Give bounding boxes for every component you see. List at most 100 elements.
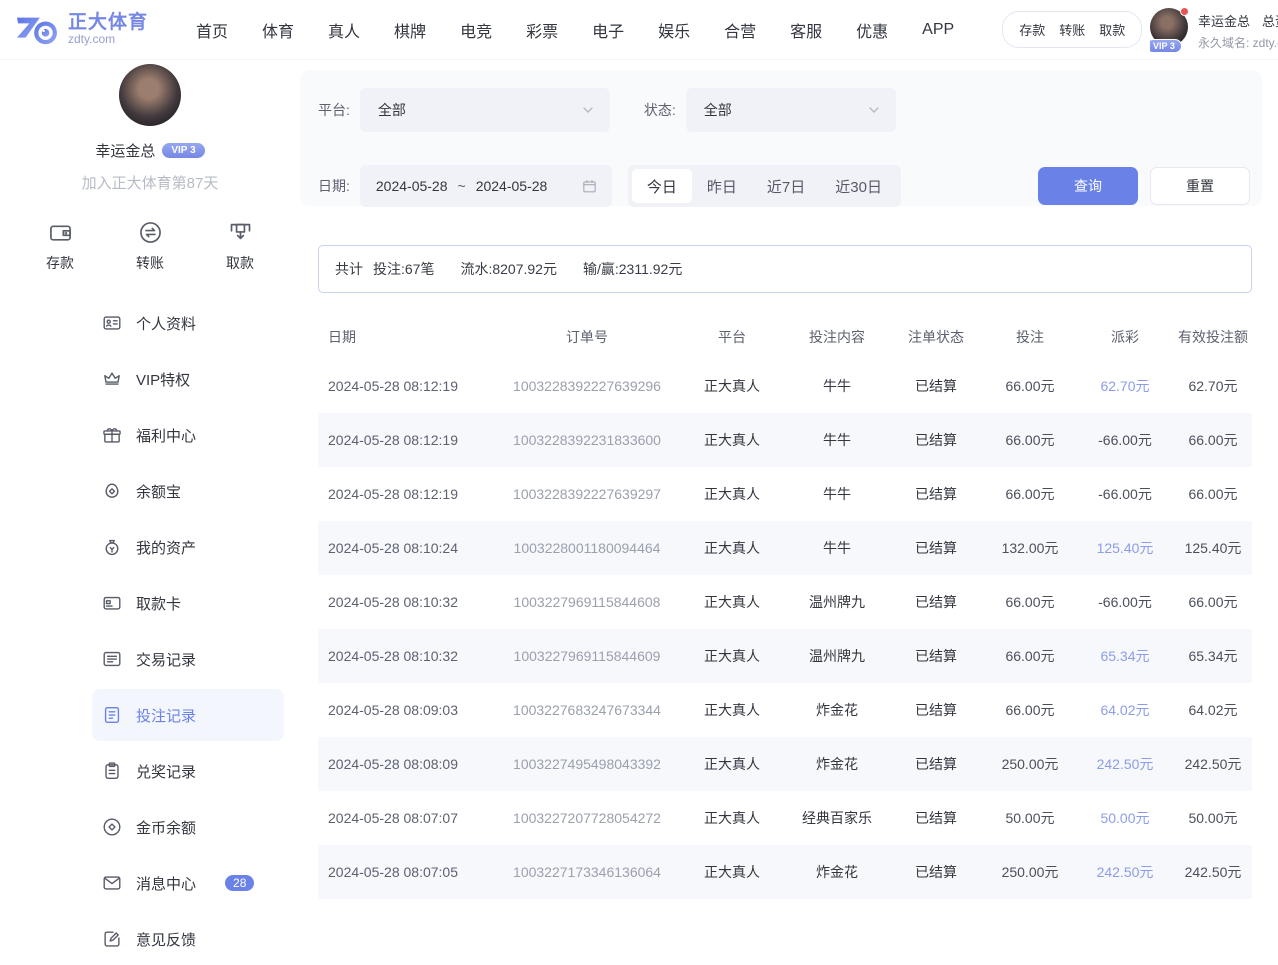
cell-valid-bet: 66.00元: [1174, 430, 1252, 450]
nav-item-joint-venture[interactable]: 合营: [724, 18, 756, 42]
query-button[interactable]: 查询: [1038, 167, 1138, 205]
nav-item-slots[interactable]: 电子: [592, 18, 624, 42]
nav-item-live[interactable]: 真人: [328, 18, 360, 42]
sidebar-item-label: 个人资料: [136, 313, 196, 334]
document-icon: [101, 704, 123, 726]
status-label: 状态:: [644, 100, 676, 120]
cell-order-number: 1003228392227639296: [496, 378, 678, 394]
range-last-30-days-button[interactable]: 近30日: [820, 169, 897, 203]
sidebar-item-label: 意见反馈: [136, 929, 196, 950]
sidebar-item-label: VIP特权: [136, 369, 190, 390]
cell-valid-bet: 242.50元: [1174, 754, 1252, 774]
quick-action-withdraw[interactable]: 取款: [226, 219, 254, 273]
reset-button[interactable]: 重置: [1150, 167, 1250, 205]
cell-status: 已结算: [888, 484, 984, 504]
sidebar-item-message-center[interactable]: 消息中心 28: [92, 857, 284, 909]
table-row: 2024-05-28 08:12:191003228392227639297正大…: [318, 467, 1252, 521]
cell-status: 已结算: [888, 754, 984, 774]
cell-order-number: 1003227495498043392: [496, 756, 678, 772]
bank-card-icon: [101, 592, 123, 614]
pill-transfer-link[interactable]: 转账: [1059, 20, 1085, 39]
platform-label: 平台:: [318, 100, 350, 120]
cell-bet-amount: 132.00元: [984, 538, 1076, 558]
nav-item-esports[interactable]: 电竞: [460, 18, 492, 42]
status-select[interactable]: 全部: [686, 88, 896, 132]
permanent-domain: 永久域名: zdty.com: [1198, 34, 1278, 51]
cell-date: 2024-05-28 08:10:32: [318, 648, 496, 664]
summary-bets: 投注:67笔: [373, 259, 434, 279]
unread-count-badge: 28: [225, 875, 254, 891]
cell-valid-bet: 62.70元: [1174, 376, 1252, 396]
quick-action-transfer[interactable]: 转账: [136, 219, 164, 273]
sidebar-item-yuebao[interactable]: 余额宝: [92, 465, 284, 517]
brand-title: 正大体育: [68, 13, 148, 33]
platform-select[interactable]: 全部: [360, 88, 610, 132]
cell-status: 已结算: [888, 538, 984, 558]
nav-item-app[interactable]: APP: [922, 21, 954, 39]
id-card-icon: [101, 312, 123, 334]
sidebar-item-profile[interactable]: 个人资料: [92, 297, 284, 349]
sidebar-menu: 个人资料VIP特权福利中心余额宝我的资产取款卡交易记录投注记录兑奖记录金币余额消…: [92, 297, 300, 965]
sidebar-item-transaction-records[interactable]: 交易记录: [92, 633, 284, 685]
nav-item-customer-service[interactable]: 客服: [790, 18, 822, 42]
chevron-down-icon: [866, 102, 882, 118]
cell-bet-amount: 66.00元: [984, 700, 1076, 720]
sidebar-item-bet-records[interactable]: 投注记录: [92, 689, 284, 741]
range-last-7-days-button[interactable]: 近7日: [752, 169, 820, 203]
summary-turnover: 流水:8207.92元: [460, 259, 557, 279]
cell-order-number: 1003227683247673344: [496, 702, 678, 718]
summary-bar: 共计 投注:67笔 流水:8207.92元 输/赢:2311.92元: [318, 245, 1252, 293]
profile-avatar[interactable]: [119, 64, 181, 126]
sidebar-item-feedback[interactable]: 意见反馈: [92, 913, 284, 965]
date-range-input[interactable]: 2024-05-28 ~ 2024-05-28: [360, 165, 612, 207]
cell-platform: 正大真人: [678, 484, 786, 504]
brand-logo-icon: [14, 11, 60, 49]
cell-status: 已结算: [888, 376, 984, 396]
date-start: 2024-05-28: [376, 178, 448, 194]
pouch-icon: [101, 536, 123, 558]
cell-platform: 正大真人: [678, 808, 786, 828]
sidebar-item-welfare-center[interactable]: 福利中心: [92, 409, 284, 461]
sidebar-item-label: 投注记录: [136, 705, 196, 726]
user-chip[interactable]: VIP 3 幸运金总 总资产 永久域名: zdty.com: [1150, 8, 1278, 54]
column-header-platform: 平台: [678, 327, 786, 347]
user-assets-label: 总资产: [1262, 11, 1278, 30]
sidebar-item-label: 余额宝: [136, 481, 181, 502]
sidebar-item-my-assets[interactable]: 我的资产: [92, 521, 284, 573]
quick-action-deposit[interactable]: 存款: [46, 219, 74, 273]
egg-icon: [101, 480, 123, 502]
nav-item-lottery[interactable]: 彩票: [526, 18, 558, 42]
pill-withdraw-link[interactable]: 取款: [1099, 20, 1125, 39]
table-row: 2024-05-28 08:09:031003227683247673344正大…: [318, 683, 1252, 737]
cell-status: 已结算: [888, 862, 984, 882]
nav-item-chess[interactable]: 棋牌: [394, 18, 426, 42]
table-row: 2024-05-28 08:12:191003228392227639296正大…: [318, 359, 1252, 413]
cell-bet-content: 温州牌九: [786, 592, 888, 612]
sidebar-item-withdraw-card[interactable]: 取款卡: [92, 577, 284, 629]
sidebar-item-coin-balance[interactable]: 金币余额: [92, 801, 284, 853]
cell-status: 已结算: [888, 808, 984, 828]
table-row: 2024-05-28 08:12:191003228392231833600正大…: [318, 413, 1252, 467]
cell-valid-bet: 125.40元: [1174, 538, 1252, 558]
range-yesterday-button[interactable]: 昨日: [692, 169, 752, 203]
platform-select-value: 全部: [378, 100, 580, 120]
cell-bet-content: 温州牌九: [786, 646, 888, 666]
sidebar-item-label: 福利中心: [136, 425, 196, 446]
nav-item-promotions[interactable]: 优惠: [856, 18, 888, 42]
pill-deposit-link[interactable]: 存款: [1019, 20, 1045, 39]
bet-table-body: 2024-05-28 08:12:191003228392227639296正大…: [318, 359, 1252, 899]
nav-item-sports[interactable]: 体育: [262, 18, 294, 42]
sidebar-item-vip-privilege[interactable]: VIP特权: [92, 353, 284, 405]
calendar-icon[interactable]: [581, 178, 598, 195]
cell-order-number: 1003227207728054272: [496, 810, 678, 826]
table-row: 2024-05-28 08:10:321003227969115844608正大…: [318, 575, 1252, 629]
sidebar-item-prize-records[interactable]: 兑奖记录: [92, 745, 284, 797]
brand-logo[interactable]: 正大体育 zdty.com: [0, 11, 182, 49]
profile-vip-badge: VIP 3: [162, 143, 204, 158]
cell-date: 2024-05-28 08:08:09: [318, 756, 496, 772]
nav-item-entertainment[interactable]: 娱乐: [658, 18, 690, 42]
range-today-button[interactable]: 今日: [632, 169, 692, 203]
nav-item-home[interactable]: 首页: [196, 18, 228, 42]
cell-platform: 正大真人: [678, 700, 786, 720]
sidebar-item-label: 消息中心: [136, 873, 196, 894]
